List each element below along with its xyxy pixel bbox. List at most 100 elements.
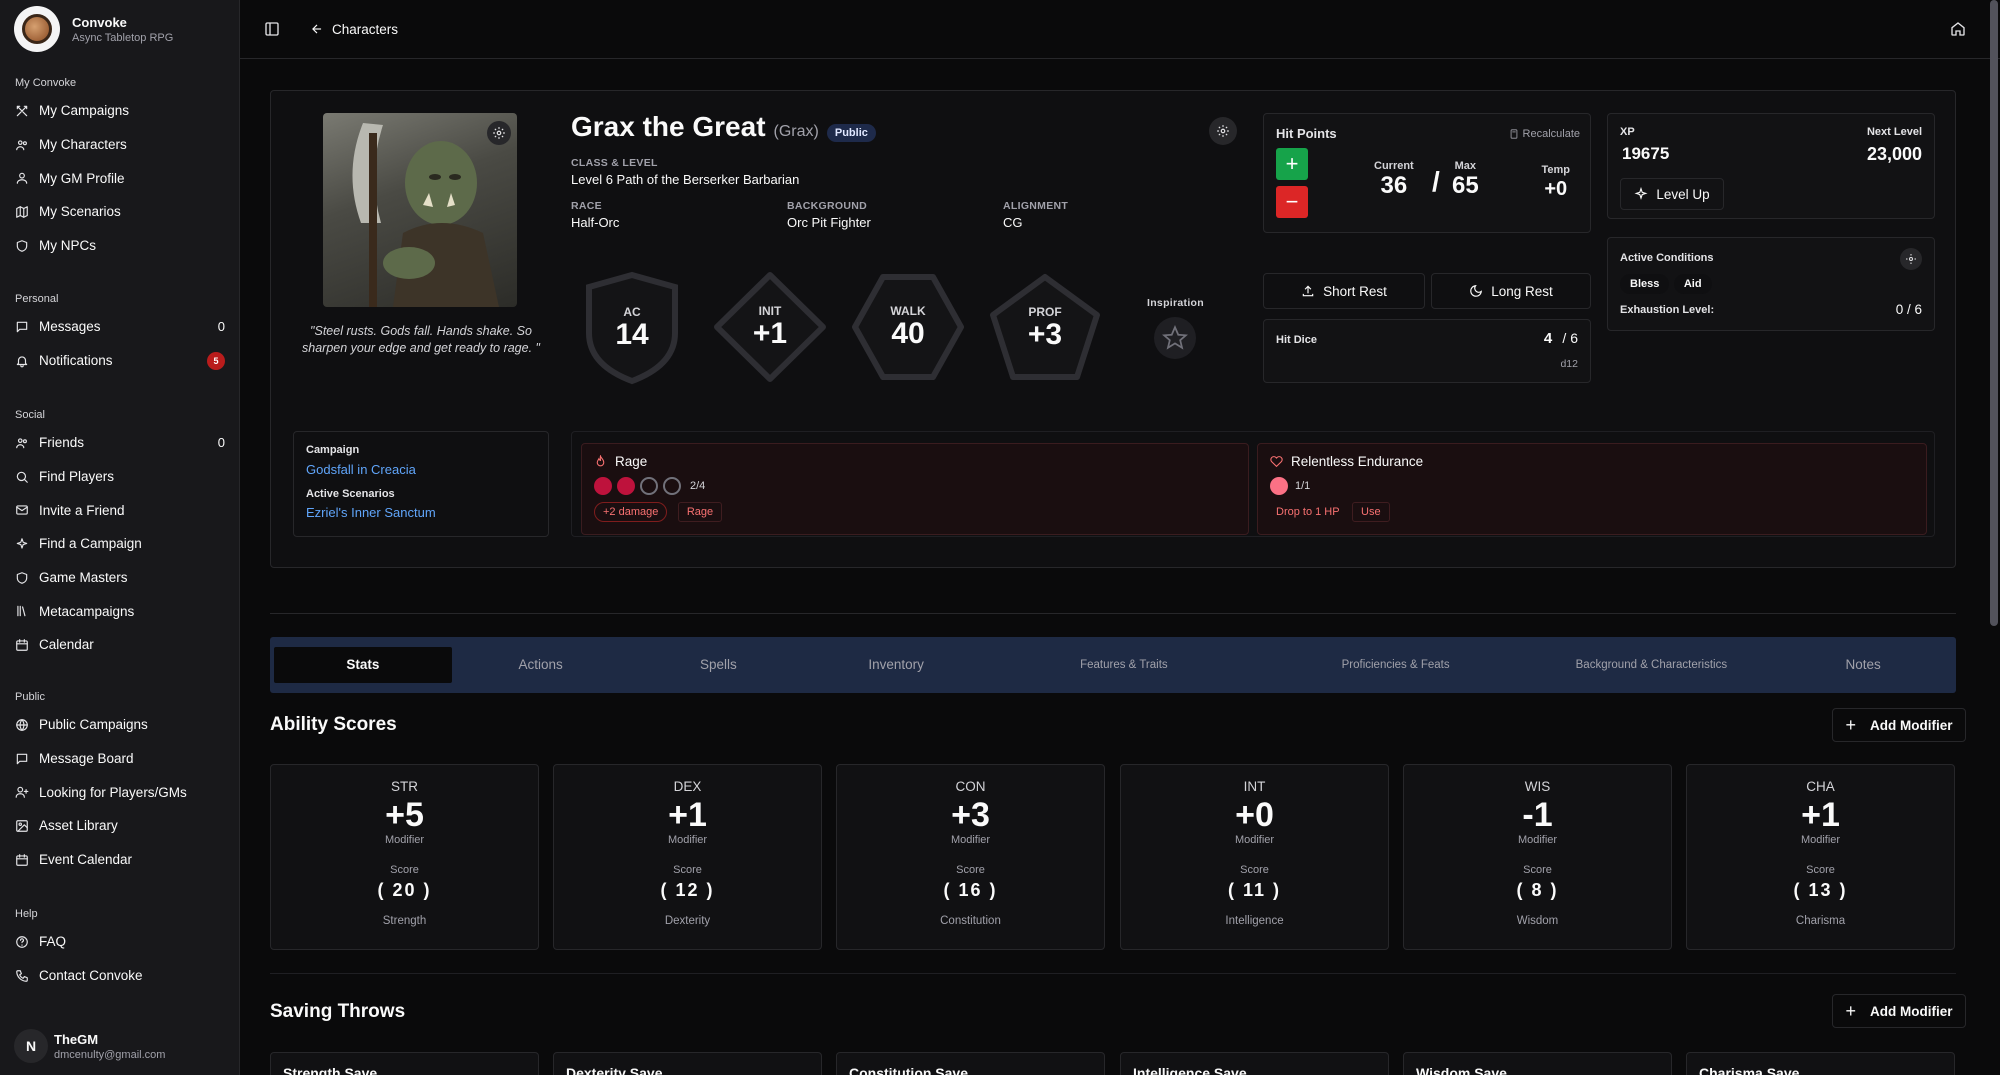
sidebar-item-my-npcs[interactable]: My NPCs <box>0 229 240 263</box>
add-ability-modifier-button[interactable]: + Add Modifier <box>1832 708 1966 742</box>
tab-actions[interactable]: Actions <box>452 647 630 683</box>
walk-speed-stat[interactable]: WALK 40 <box>849 271 967 383</box>
sidebar-item-find-players[interactable]: Find Players <box>0 460 240 494</box>
character-name: Grax the Great <box>571 111 766 142</box>
saving-throw-card[interactable]: Wisdom Save <box>1403 1052 1672 1075</box>
campaign-link[interactable]: Godsfall in Creacia <box>306 462 416 477</box>
ability-card-wis[interactable]: WIS -1 Modifier Score ( 8 ) Wisdom <box>1403 764 1672 950</box>
sidebar-item-looking-for-players-gms[interactable]: Looking for Players/GMs <box>0 775 240 809</box>
tab-proficiencies-feats[interactable]: Proficiencies & Feats <box>1263 647 1529 683</box>
sidebar-item-game-masters[interactable]: Game Masters <box>0 561 240 595</box>
short-rest-button[interactable]: Short Rest <box>1263 273 1425 309</box>
use-pip-filled[interactable] <box>617 477 635 495</box>
add-save-modifier-button[interactable]: + Add Modifier <box>1832 994 1966 1028</box>
sidebar-item-calendar[interactable]: Calendar <box>0 628 240 662</box>
image-icon <box>15 819 29 833</box>
stat-label: PROF <box>1028 305 1062 319</box>
heal-button[interactable]: + <box>1276 148 1308 180</box>
initiative-stat[interactable]: INIT +1 <box>711 269 829 385</box>
sidebar-item-my-gm-profile[interactable]: My GM Profile <box>0 161 240 195</box>
page-scrollbar[interactable] <box>1990 0 1998 626</box>
hp-current[interactable]: Current 36 <box>1374 160 1414 200</box>
saving-throw-card[interactable]: Constitution Save <box>836 1052 1105 1075</box>
sidebar-item-my-campaigns[interactable]: My Campaigns <box>0 94 240 128</box>
hp-temp[interactable]: Temp +0 <box>1541 164 1570 201</box>
sidebar-item-find-a-campaign[interactable]: Find a Campaign <box>0 527 240 561</box>
long-rest-button[interactable]: Long Rest <box>1431 273 1591 309</box>
saving-throw-card[interactable]: Dexterity Save <box>553 1052 822 1075</box>
tab-notes[interactable]: Notes <box>1774 647 1952 683</box>
sparkles-icon <box>15 537 29 551</box>
exhaustion-label: Exhaustion Level: <box>1620 304 1715 316</box>
recalculate-button[interactable]: Recalculate <box>1509 128 1580 140</box>
sidebar-item-faq[interactable]: FAQ <box>0 925 240 959</box>
portrait-settings-button[interactable] <box>487 121 511 145</box>
home-icon[interactable] <box>1950 21 1966 37</box>
hp-max[interactable]: Max 65 <box>1452 160 1479 200</box>
proficiency-stat[interactable]: PROF +3 <box>987 271 1103 385</box>
sidebar: Convoke Async Tabletop RPG My Convoke My … <box>0 0 240 1075</box>
calendar-icon <box>15 853 29 867</box>
sidebar-item-invite-a-friend[interactable]: Invite a Friend <box>0 493 240 527</box>
ability-card-con[interactable]: CON +3 Modifier Score ( 16 ) Constitutio… <box>836 764 1105 950</box>
use-pip-empty[interactable] <box>640 477 658 495</box>
brand[interactable]: Convoke Async Tabletop RPG <box>0 0 239 58</box>
sidebar-section-title: Social <box>15 409 45 421</box>
saving-throw-card[interactable]: Intelligence Save <box>1120 1052 1389 1075</box>
divider <box>270 973 1956 974</box>
use-button[interactable]: Use <box>1352 502 1390 522</box>
scenario-link[interactable]: Ezriel's Inner Sanctum <box>306 505 436 520</box>
saving-throw-card[interactable]: Strength Save <box>270 1052 539 1075</box>
tab-stats[interactable]: Stats <box>274 647 452 683</box>
score-label: Score <box>1240 864 1269 876</box>
ability-card-str[interactable]: STR +5 Modifier Score ( 20 ) Strength <box>270 764 539 950</box>
character-portrait[interactable] <box>323 113 517 307</box>
background: BACKGROUND Orc Pit Fighter <box>787 200 871 230</box>
level-up-label: Level Up <box>1656 186 1710 202</box>
use-pip-filled[interactable] <box>1270 477 1288 495</box>
sidebar-item-metacampaigns[interactable]: Metacampaigns <box>0 594 240 628</box>
sidebar-item-label: Calendar <box>39 637 94 653</box>
tab-inventory[interactable]: Inventory <box>807 647 985 683</box>
character-settings-button[interactable] <box>1209 117 1237 145</box>
condition-chip[interactable]: Aid <box>1673 274 1712 294</box>
sidebar-item-friends[interactable]: Friends 0 <box>0 426 240 460</box>
condition-list: Bless Aid <box>1620 274 1712 294</box>
sidebar-item-public-campaigns[interactable]: Public Campaigns <box>0 708 240 742</box>
inspiration-toggle[interactable] <box>1154 317 1197 359</box>
level-up-button[interactable]: Level Up <box>1620 178 1724 210</box>
sidebar-item-messages[interactable]: Messages 0 <box>0 310 240 344</box>
sidebar-item-my-characters[interactable]: My Characters <box>0 128 240 162</box>
saving-throw-card[interactable]: Charisma Save <box>1686 1052 1955 1075</box>
sidebar-item-message-board[interactable]: Message Board <box>0 742 240 776</box>
armor-class-stat[interactable]: AC 14 <box>583 271 681 385</box>
heart-icon <box>1270 456 1283 468</box>
ability-score: ( 8 ) <box>1516 880 1559 900</box>
conditions-panel: Active Conditions Bless Aid Exhaustion L… <box>1607 237 1935 331</box>
condition-chip[interactable]: Bless <box>1620 274 1670 294</box>
ability-card-dex[interactable]: DEX +1 Modifier Score ( 12 ) Dexterity <box>553 764 822 950</box>
sidebar-item-my-scenarios[interactable]: My Scenarios <box>0 195 240 229</box>
conditions-settings-button[interactable] <box>1900 248 1922 270</box>
sidebar-section-title: Help <box>15 908 38 920</box>
tab-background-characteristics[interactable]: Background & Characteristics <box>1529 647 1775 683</box>
use-pip-empty[interactable] <box>663 477 681 495</box>
sidebar-item-event-calendar[interactable]: Event Calendar <box>0 843 240 877</box>
back-label: Characters <box>332 21 399 37</box>
back-to-characters-link[interactable]: Characters <box>310 22 398 37</box>
sidebar-item-notifications[interactable]: Notifications 5 <box>0 344 240 378</box>
tab-spells[interactable]: Spells <box>630 647 808 683</box>
exhaustion-value[interactable]: 0 / 6 <box>1896 302 1922 317</box>
damage-button[interactable]: − <box>1276 186 1308 218</box>
use-pip-filled[interactable] <box>594 477 612 495</box>
sidebar-item-contact-convoke[interactable]: Contact Convoke <box>0 959 240 993</box>
rage-action-button[interactable]: Rage <box>677 502 723 522</box>
ability-card-cha[interactable]: CHA +1 Modifier Score ( 13 ) Charisma <box>1686 764 1955 950</box>
ability-card-int[interactable]: INT +0 Modifier Score ( 11 ) Intelligenc… <box>1120 764 1389 950</box>
hit-dice-count[interactable]: 4 / 6 <box>1544 330 1578 347</box>
user-profile[interactable]: N TheGM dmcenulty@gmail.com <box>14 1029 165 1063</box>
sidebar-toggle-icon[interactable] <box>264 21 280 37</box>
tab-features-traits[interactable]: Features & Traits <box>985 647 1263 683</box>
shield-icon <box>15 571 29 585</box>
sidebar-item-asset-library[interactable]: Asset Library <box>0 809 240 843</box>
